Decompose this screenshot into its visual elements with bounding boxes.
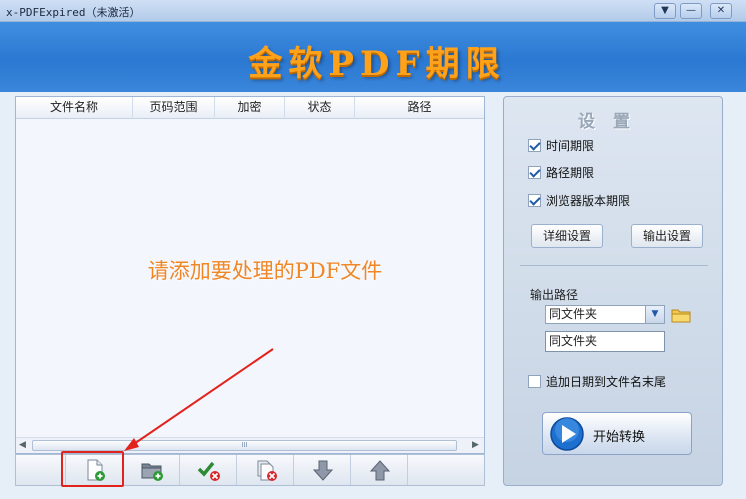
file-list[interactable]: 文件名称 页码范围 加密 状态 路径 请添加要处理的PDF文件 ◀ III ▶ bbox=[15, 96, 485, 454]
chevron-down-icon[interactable]: ▼ bbox=[645, 306, 664, 323]
move-up-button[interactable] bbox=[351, 455, 408, 485]
output-path-select[interactable]: 同文件夹 ▼ bbox=[545, 305, 665, 324]
file-toolbar bbox=[15, 454, 485, 486]
scrollbar-thumb[interactable]: III bbox=[32, 440, 457, 451]
append-date-checkbox[interactable]: 追加日期到文件名末尾 bbox=[528, 373, 666, 389]
checkbox-box[interactable] bbox=[528, 193, 541, 207]
scroll-right-icon[interactable]: ▶ bbox=[472, 440, 479, 450]
checkbox-box[interactable] bbox=[528, 165, 541, 179]
append-date-label: 追加日期到文件名末尾 bbox=[546, 374, 667, 389]
checkbox-box[interactable] bbox=[528, 138, 541, 152]
add-folder-button[interactable] bbox=[123, 455, 180, 485]
play-icon bbox=[550, 417, 584, 451]
column-header-path[interactable]: 路径 bbox=[355, 97, 484, 119]
settings-panel: 设置 时间期限 路径期限 浏览器版本期限 详细设置 输出设置 输出路径 同文件夹… bbox=[503, 96, 723, 486]
move-down-button[interactable] bbox=[294, 455, 351, 485]
brand-title: 金软PDF期限 bbox=[248, 44, 506, 84]
move-down-icon bbox=[312, 460, 334, 481]
browser-version-limit-checkbox[interactable]: 浏览器版本期限 bbox=[528, 192, 630, 208]
path-limit-checkbox[interactable]: 路径期限 bbox=[528, 164, 594, 180]
close-button[interactable]: ✕ bbox=[710, 3, 732, 19]
column-header-filename[interactable]: 文件名称 bbox=[16, 97, 133, 119]
checkbox-box[interactable] bbox=[528, 374, 541, 388]
column-header-encryption[interactable]: 加密 bbox=[215, 97, 285, 119]
add-file-icon bbox=[87, 459, 105, 481]
detail-settings-button[interactable]: 详细设置 bbox=[531, 224, 603, 248]
file-list-header: 文件名称 页码范围 加密 状态 路径 bbox=[16, 97, 484, 119]
add-folder-icon bbox=[141, 463, 163, 481]
browse-folder-icon[interactable] bbox=[671, 307, 691, 323]
header-banner: 金软PDF期限 bbox=[0, 22, 746, 92]
browser-version-limit-label: 浏览器版本期限 bbox=[546, 193, 631, 208]
menu-dropdown-button[interactable]: ▼ bbox=[654, 3, 676, 19]
output-path-selected: 同文件夹 bbox=[549, 307, 598, 321]
output-path-input[interactable]: 同文件夹 bbox=[545, 331, 665, 352]
divider bbox=[520, 265, 708, 266]
add-file-button[interactable] bbox=[66, 455, 123, 485]
remove-checked-button[interactable] bbox=[180, 455, 237, 485]
output-settings-button[interactable]: 输出设置 bbox=[631, 224, 703, 248]
empty-list-hint: 请添加要处理的PDF文件 bbox=[147, 259, 383, 283]
check-remove-icon bbox=[197, 461, 220, 481]
start-convert-button[interactable]: 开始转换 bbox=[542, 412, 692, 455]
start-convert-label: 开始转换 bbox=[593, 430, 646, 445]
column-header-page-range[interactable]: 页码范围 bbox=[133, 97, 215, 119]
remove-all-icon bbox=[257, 460, 277, 481]
settings-title: 设置 bbox=[578, 112, 648, 132]
remove-all-button[interactable] bbox=[237, 455, 294, 485]
time-limit-label: 时间期限 bbox=[546, 138, 595, 153]
output-path-label: 输出路径 bbox=[530, 288, 579, 302]
title-bar: x-PDFExpired（未激活） ▼ — ✕ bbox=[0, 0, 746, 22]
window-title: x-PDFExpired（未激活） bbox=[6, 6, 141, 19]
scroll-left-icon[interactable]: ◀ bbox=[19, 440, 26, 450]
toolbar-spacer bbox=[16, 455, 66, 485]
time-limit-checkbox[interactable]: 时间期限 bbox=[528, 137, 594, 153]
horizontal-scrollbar[interactable]: ◀ III ▶ bbox=[16, 437, 484, 453]
path-limit-label: 路径期限 bbox=[546, 165, 595, 180]
column-header-status[interactable]: 状态 bbox=[285, 97, 355, 119]
move-up-icon bbox=[369, 460, 391, 481]
minimize-button[interactable]: — bbox=[680, 3, 702, 19]
